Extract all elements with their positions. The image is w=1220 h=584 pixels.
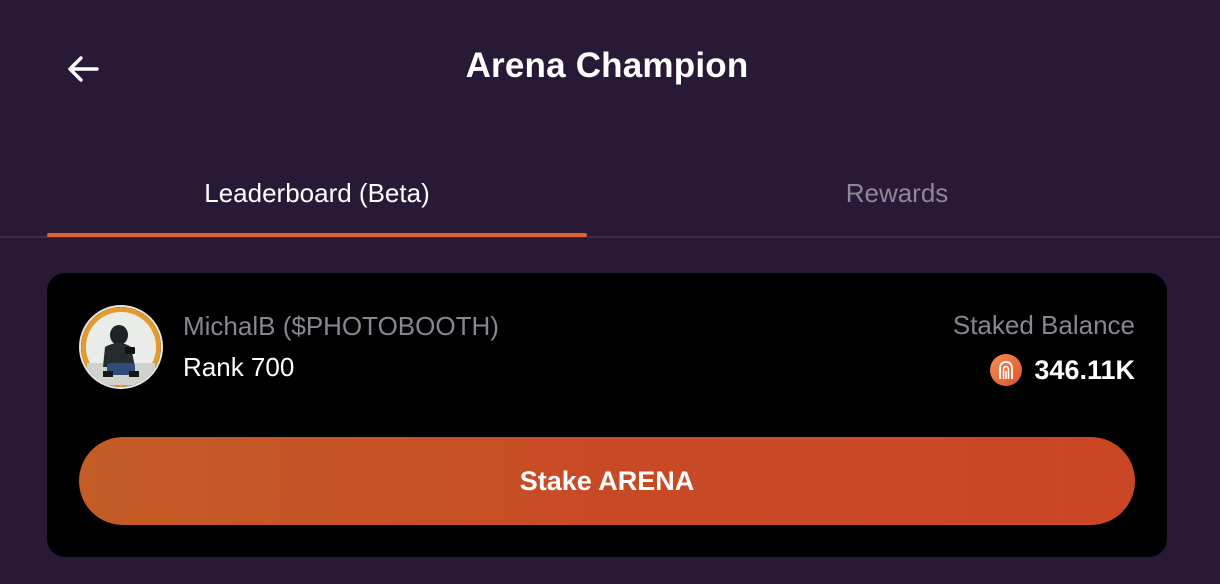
user-avatar-icon — [81, 307, 161, 387]
stake-arena-button[interactable]: Stake ARENA — [79, 437, 1135, 525]
avatar — [79, 305, 163, 389]
user-stake-card: MichalB ($PHOTOBOOTH) Rank 700 Staked Ba… — [47, 273, 1167, 557]
page-title: Arena Champion — [465, 46, 749, 85]
active-tab-indicator — [47, 233, 587, 237]
tab-leaderboard[interactable]: Leaderboard (Beta) — [47, 150, 587, 236]
user-rank: Rank 700 — [183, 352, 295, 382]
staked-balance-row: 346.11K — [990, 353, 1135, 387]
tab-rewards[interactable]: Rewards — [587, 150, 1207, 236]
staked-balance-value: 346.11K — [1034, 354, 1135, 385]
arena-token-icon — [990, 354, 1023, 386]
tab-bar: Leaderboard (Beta) Rewards — [0, 150, 1220, 240]
staked-balance-label: Staked Balance — [952, 310, 1135, 340]
header: Arena Champion — [0, 0, 1220, 140]
arena-champion-page: Arena Champion Leaderboard (Beta) Reward… — [0, 0, 1220, 584]
username: MichalB ($PHOTOBOOTH) — [183, 311, 499, 341]
